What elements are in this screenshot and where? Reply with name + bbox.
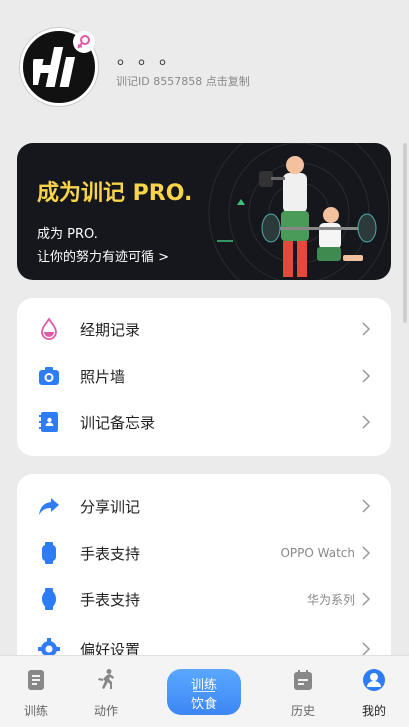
menu-item-label: 手表支持 xyxy=(80,590,141,609)
nav-label: 我的 xyxy=(361,704,386,718)
menu-item-label: 经期记录 xyxy=(80,320,141,339)
chevron-right-icon xyxy=(362,592,371,606)
menu-item-period[interactable]: 经期记录 xyxy=(17,306,391,352)
menu-item-label: 手表支持 xyxy=(80,544,141,563)
chevron-right-icon xyxy=(362,546,371,560)
running-person-icon xyxy=(98,669,114,689)
center-button-divider xyxy=(193,691,215,692)
chevron-right-icon xyxy=(362,499,371,513)
nav-label: 动作 xyxy=(93,704,118,718)
female-symbol-icon xyxy=(77,35,90,49)
menu-item-photo-wall[interactable]: 照片墙 xyxy=(17,353,391,399)
menu-item-label: 分享训记 xyxy=(80,497,141,516)
watch-icon xyxy=(42,588,56,610)
pro-banner[interactable]: 成为训记 PRO. 成为 PRO. 让你的努力有迹可循 > xyxy=(17,143,391,280)
menu-item-value: OPPO Watch xyxy=(280,546,355,560)
bottom-nav: 训练 动作 训练 饮食 历史 我的 xyxy=(0,655,409,727)
menu-item-memo[interactable]: 训记备忘录 xyxy=(17,399,391,445)
chevron-right-icon xyxy=(362,322,371,336)
training-diet-toggle-button[interactable]: 训练 饮食 xyxy=(167,669,241,715)
chevron-right-icon xyxy=(362,415,371,429)
person-icon xyxy=(363,669,385,691)
menu-item-share[interactable]: 分享训记 xyxy=(17,483,391,529)
menu-item-watch-huawei[interactable]: 手表支持 华为系列 xyxy=(17,576,391,622)
menu-card-2: 分享训记 手表支持 OPPO Watch 手表支持 华为系列 偏好设置 xyxy=(17,474,391,674)
watch-icon xyxy=(42,542,56,564)
menu-item-watch-oppo[interactable]: 手表支持 OPPO Watch xyxy=(17,530,391,576)
share-arrow-icon xyxy=(39,498,59,515)
menu-card-1: 经期记录 照片墙 训记备忘录 xyxy=(17,298,391,456)
menu-item-value: 华为系列 xyxy=(306,592,355,607)
nav-tab-exercises[interactable]: 动作 xyxy=(76,656,136,727)
gender-badge xyxy=(73,31,95,53)
calendar-icon xyxy=(294,670,312,690)
center-button-bottom-label: 饮食 xyxy=(190,697,217,712)
profile-header: 。。。 训记ID 8557858 点击复制 xyxy=(20,28,390,108)
menu-item-label: 照片墙 xyxy=(80,367,126,386)
chevron-right-icon xyxy=(362,642,371,656)
banner-subtitle: 成为 PRO. xyxy=(37,227,98,242)
clipboard-icon xyxy=(28,670,44,690)
scrollbar[interactable] xyxy=(403,143,407,323)
banner-title: 成为训记 PRO. xyxy=(37,181,193,206)
nav-label: 训练 xyxy=(23,704,48,718)
menu-item-label: 训记备忘录 xyxy=(80,413,156,432)
notebook-icon xyxy=(39,412,58,432)
nav-tab-training[interactable]: 训练 xyxy=(6,656,66,727)
banner-link[interactable]: 让你的努力有迹可循 > xyxy=(37,246,169,265)
chevron-right-icon xyxy=(362,369,371,383)
avatar[interactable] xyxy=(20,28,98,106)
camera-icon xyxy=(39,367,59,385)
droplet-icon xyxy=(41,317,57,340)
fitness-illustration xyxy=(208,143,390,280)
nav-label: 历史 xyxy=(290,704,315,718)
nav-tab-mine[interactable]: 我的 xyxy=(344,656,404,727)
user-id-copy[interactable]: 训记ID 8557858 点击复制 xyxy=(116,73,250,89)
nav-tab-history[interactable]: 历史 xyxy=(273,656,333,727)
nickname: 。。。 xyxy=(117,48,189,69)
